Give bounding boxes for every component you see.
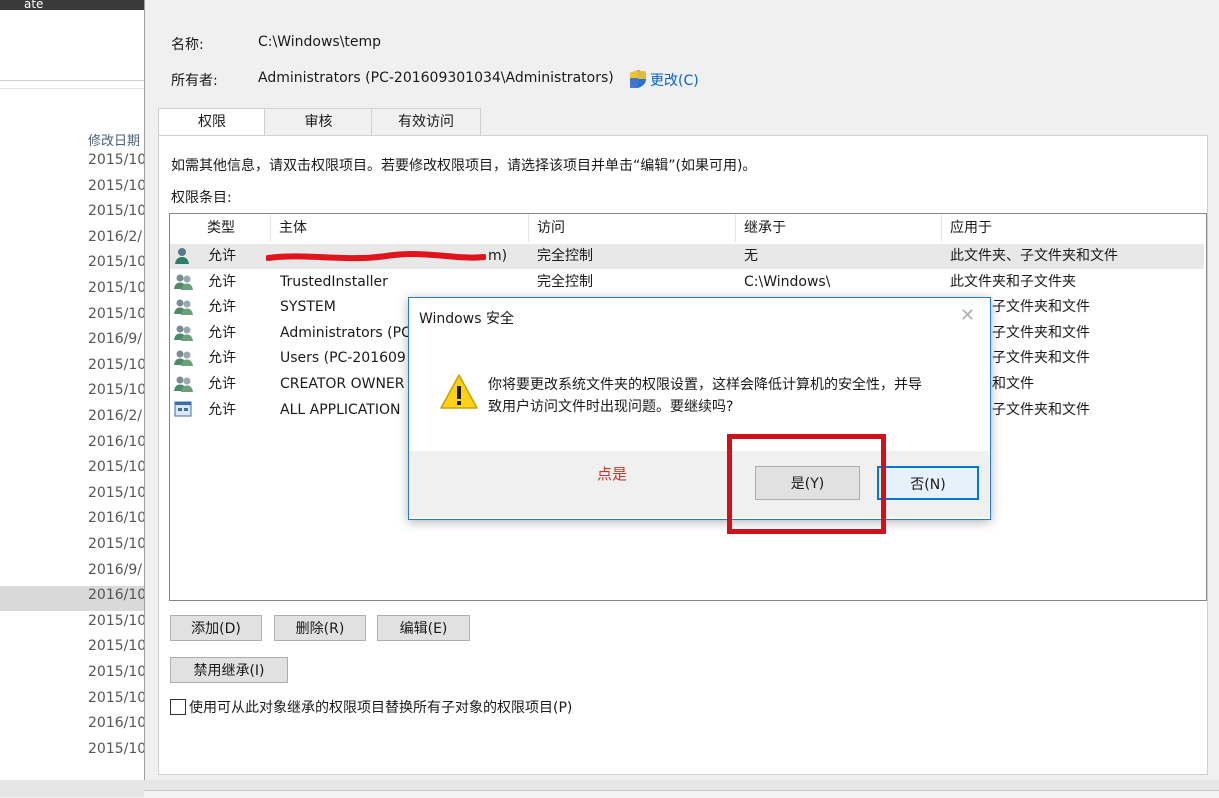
background-date-cell: 2016/10 bbox=[88, 587, 144, 604]
no-button[interactable]: 否(N) bbox=[877, 466, 979, 500]
background-date-cell: 2016/2/ bbox=[88, 228, 142, 245]
popup-message-line-2: 致用户访问文件时出现问题。要继续吗? bbox=[488, 399, 734, 415]
background-date-cell: 2015/10 bbox=[88, 254, 144, 271]
background-date-cell: 2015/10 bbox=[88, 536, 144, 552]
background-date-cell: 2016/10 bbox=[88, 715, 144, 732]
background-date-cell: 2016/9/ bbox=[88, 561, 142, 578]
principal-cell: Administrators (PC bbox=[280, 324, 408, 341]
principal-cell: Users (PC-201609 bbox=[280, 350, 406, 367]
column-header-principal[interactable]: 主体 bbox=[271, 214, 529, 242]
type-cell: 允许 bbox=[208, 299, 236, 316]
principal-cell: SYSTEM bbox=[280, 299, 336, 316]
replace-child-permissions-checkbox[interactable] bbox=[170, 699, 186, 715]
app-package-icon bbox=[174, 398, 194, 426]
group-icon bbox=[174, 372, 194, 400]
column-header-inherited-from[interactable]: 继承于 bbox=[736, 214, 942, 242]
background-date-cell: 2016/10 bbox=[88, 433, 144, 450]
access-cell: 完全控制 bbox=[537, 248, 593, 264]
replace-child-permissions-label[interactable]: 使用可从此对象继承的权限项目替换所有子对象的权限项目(P) bbox=[189, 697, 572, 717]
background-date-cell: 2015/10 bbox=[88, 177, 144, 194]
background-date-cell: 2015/10 bbox=[88, 612, 144, 629]
type-cell: 允许 bbox=[208, 324, 236, 341]
popup-message-line-1: 你将要更改系统文件夹的权限设置，这样会降低计算机的安全性，并导 bbox=[488, 377, 922, 393]
type-cell: 允许 bbox=[208, 401, 236, 418]
column-header-applies-to[interactable]: 应用于 bbox=[942, 214, 1204, 242]
tab-permissions[interactable]: 权限 bbox=[158, 108, 266, 137]
group-icon bbox=[174, 270, 194, 298]
add-button[interactable]: 添加(D) bbox=[170, 615, 262, 641]
column-header-type[interactable]: 类型 bbox=[199, 214, 271, 242]
background-divider bbox=[0, 80, 144, 81]
background-date-cell: 2015/10 bbox=[88, 664, 144, 680]
close-icon[interactable]: ✕ bbox=[960, 305, 975, 326]
group-icon bbox=[174, 295, 194, 323]
info-text: 如需其他信息，请双击权限项目。若要修改权限项目，请选择该项目并单击“编辑”(如果… bbox=[171, 158, 757, 174]
background-date-cell: 2015/10 bbox=[88, 356, 144, 373]
inherited-from-cell: C:\Windows\ bbox=[744, 273, 831, 290]
background-title-strip bbox=[0, 0, 144, 10]
type-cell: 允许 bbox=[208, 248, 236, 264]
background-date-cell: 2015/10 bbox=[88, 689, 144, 706]
background-date-cell: 2015/10 bbox=[88, 484, 144, 501]
background-date-cell: 2015/10 bbox=[88, 152, 144, 168]
background-title-text: ate bbox=[24, 0, 44, 11]
inherited-from-cell: 无 bbox=[744, 248, 758, 264]
background-date-cell: 2015/10 bbox=[88, 203, 144, 220]
name-label: 名称: bbox=[171, 37, 204, 53]
table-row[interactable]: 允许 TrustedInstaller 完全控制 C:\Windows\ 此文件夹和子文… bbox=[170, 270, 1204, 295]
edit-button[interactable]: 编辑(E) bbox=[377, 615, 470, 641]
uac-shield-icon bbox=[630, 70, 646, 88]
tab-auditing[interactable]: 审核 bbox=[264, 108, 373, 136]
name-value: C:\Windows\temp bbox=[258, 34, 382, 50]
annotation-highlight-box bbox=[727, 434, 886, 534]
annotation-text: 点是 bbox=[597, 465, 628, 483]
applies-to-cell: 此文件夹、子文件夹和文件 bbox=[950, 248, 1118, 264]
owner-value: Administrators (PC-201609301034\Administ… bbox=[258, 70, 614, 86]
type-cell: 允许 bbox=[208, 376, 236, 392]
background-date-cell: 2016/2/ bbox=[88, 408, 142, 424]
warning-icon bbox=[440, 374, 478, 409]
background-date-cell: 2015/10 bbox=[88, 740, 144, 757]
background-divider bbox=[0, 88, 144, 89]
owner-label: 所有者: bbox=[171, 73, 218, 89]
permission-entries-label: 权限条目: bbox=[171, 190, 232, 206]
popup-title: Windows 安全 bbox=[419, 311, 514, 327]
applies-to-cell: 此文件夹和子文件夹 bbox=[950, 273, 1076, 290]
background-date-cell: 2015/10 bbox=[88, 459, 144, 476]
disable-inheritance-button[interactable]: 禁用继承(I) bbox=[170, 657, 288, 683]
principal-cell: ALL APPLICATION bbox=[280, 401, 401, 418]
background-date-cell: 2016/10 bbox=[88, 510, 144, 527]
background-date-cell: 2015/10 bbox=[88, 305, 144, 322]
change-owner-link[interactable]: 更改(C) bbox=[650, 70, 699, 90]
tab-effective-access[interactable]: 有效访问 bbox=[371, 108, 481, 136]
type-cell: 允许 bbox=[208, 350, 236, 367]
type-cell: 允许 bbox=[208, 273, 236, 290]
principal-cell: TrustedInstaller bbox=[280, 273, 388, 290]
remove-button[interactable]: 删除(R) bbox=[274, 615, 366, 641]
group-icon bbox=[174, 321, 194, 349]
column-header-access[interactable]: 访问 bbox=[529, 214, 736, 242]
principal-cell: CREATOR OWNER bbox=[280, 376, 405, 392]
background-date-cell: 2016/9/ bbox=[88, 331, 142, 348]
background-date-cell: 2015/10 bbox=[88, 382, 144, 399]
background-date-cell: 2015/10 bbox=[88, 280, 144, 296]
group-icon bbox=[174, 346, 194, 374]
user-icon bbox=[174, 244, 194, 272]
access-cell: 完全控制 bbox=[537, 273, 593, 290]
modified-date-column-header[interactable]: 修改日期 bbox=[88, 130, 140, 149]
redaction-scribble bbox=[266, 251, 486, 262]
background-date-cell: 2015/10 bbox=[88, 638, 144, 655]
